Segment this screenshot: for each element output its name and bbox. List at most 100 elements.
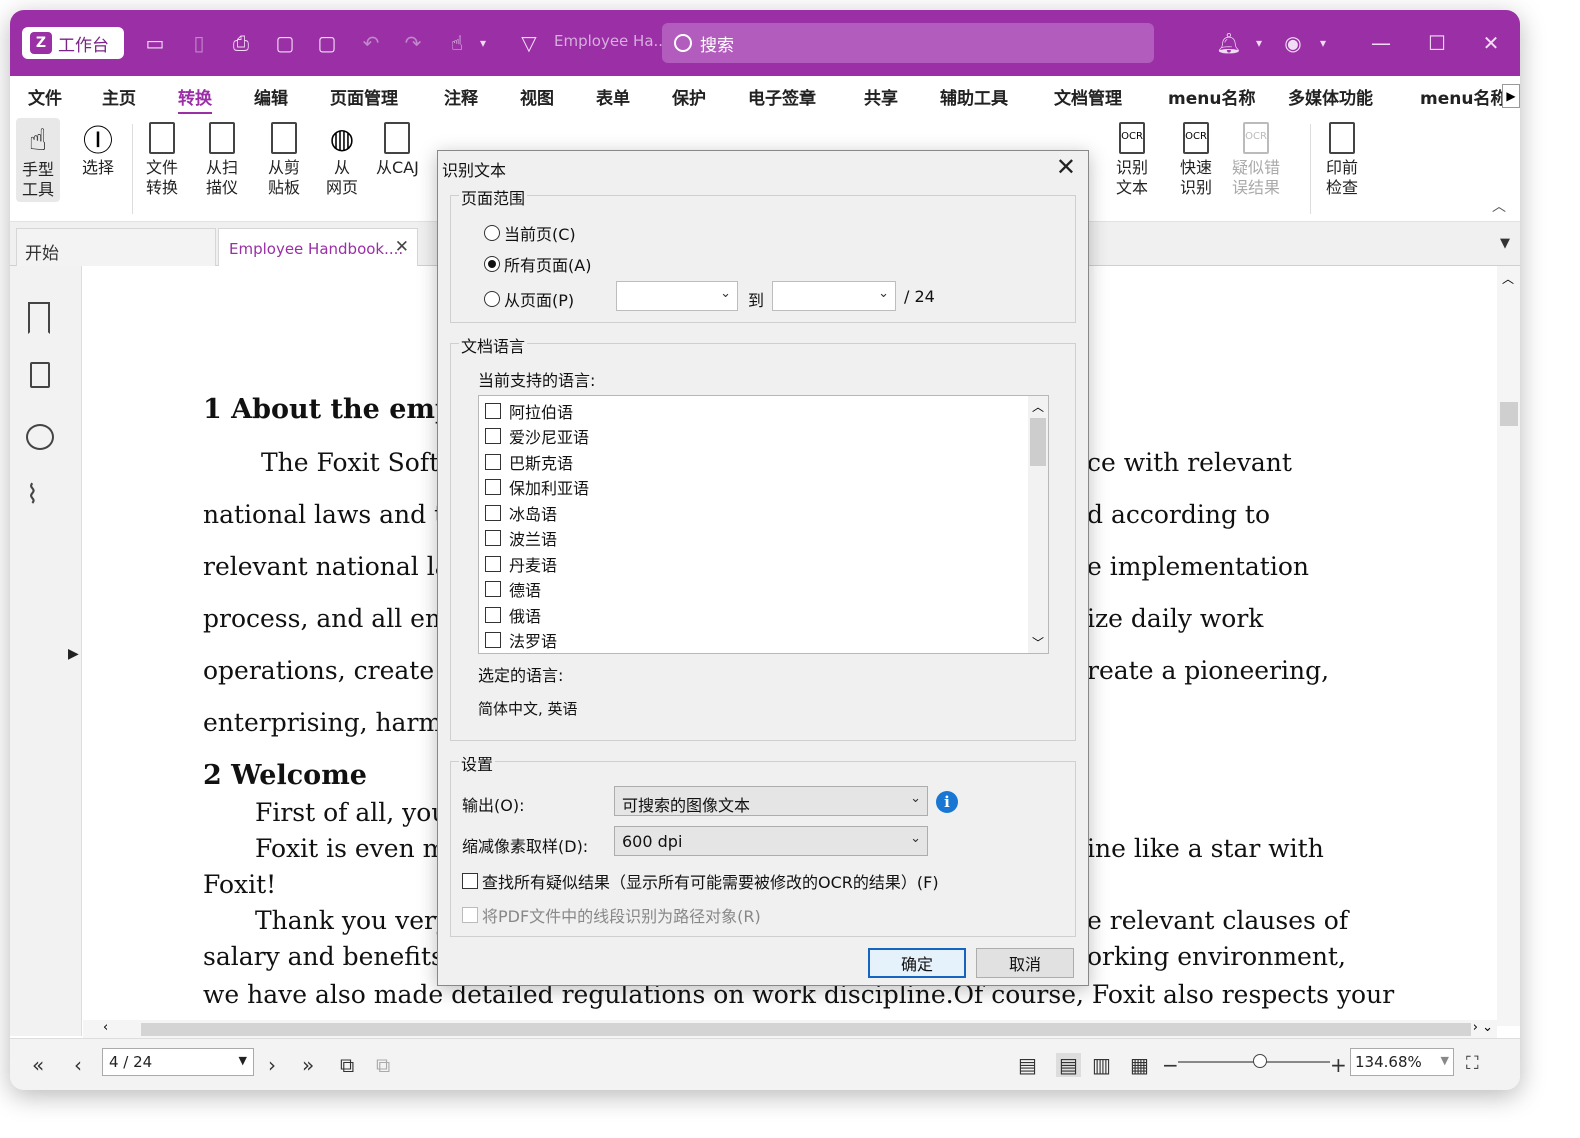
menu-form[interactable]: 表单 bbox=[596, 84, 630, 109]
radio-button-selected[interactable] bbox=[484, 256, 500, 272]
info-icon[interactable]: i bbox=[936, 791, 958, 813]
zoom-out-icon[interactable]: − bbox=[1162, 1053, 1179, 1077]
menu-share[interactable]: 共享 bbox=[864, 84, 898, 109]
ok-button[interactable]: 确定 bbox=[868, 948, 966, 978]
pages-icon[interactable] bbox=[30, 362, 50, 388]
output-select[interactable]: 可搜索的图像文本 ⌄ bbox=[614, 786, 928, 816]
chevron-down-icon[interactable]: ▾ bbox=[1244, 28, 1274, 58]
quick-ocr-button[interactable]: OCR 快速 识别 bbox=[1178, 118, 1214, 198]
radio-button[interactable] bbox=[484, 225, 500, 241]
horizontal-scrollbar[interactable]: ‹ › ⌄ bbox=[83, 1020, 1497, 1038]
from-web-button[interactable]: ◍ 从 网页 bbox=[324, 118, 360, 198]
menu-accessibility[interactable]: 辅助工具 bbox=[940, 84, 1008, 109]
find-suspects-checkbox[interactable]: 查找所有疑似结果（显示所有可能需要被修改的OCR的结果）(F) bbox=[462, 869, 939, 893]
scroll-up-icon[interactable]: ︿ bbox=[1502, 270, 1514, 287]
redo-icon[interactable]: ↷ bbox=[398, 28, 428, 58]
print-icon[interactable]: ⎙ bbox=[226, 28, 256, 58]
menu-esign[interactable]: 电子签章 bbox=[748, 84, 816, 109]
bell-icon[interactable]: 🔔︎ bbox=[1214, 28, 1244, 58]
menu-doc-manage[interactable]: 文档管理 bbox=[1054, 84, 1122, 109]
close-icon[interactable]: ✕ bbox=[1476, 28, 1506, 58]
menu-multimedia[interactable]: 多媒体功能 bbox=[1288, 84, 1373, 109]
scroll-down-icon[interactable]: ﹀ bbox=[1032, 634, 1044, 651]
tab-document[interactable]: Employee Handbook.... ✕ bbox=[218, 228, 418, 267]
checkbox[interactable] bbox=[485, 556, 501, 572]
checkbox[interactable] bbox=[462, 873, 478, 889]
from-scanner-button[interactable]: 从扫 描仪 bbox=[204, 118, 240, 198]
menu-convert[interactable]: 转换 bbox=[178, 84, 212, 115]
downsample-select[interactable]: 600 dpi ⌄ bbox=[614, 826, 928, 856]
checkbox[interactable] bbox=[485, 632, 501, 648]
search-box[interactable]: 搜索 bbox=[662, 23, 1154, 63]
vertical-scroll-thumb[interactable] bbox=[1500, 402, 1518, 426]
menu-file[interactable]: 文件 bbox=[28, 84, 62, 109]
hand-tool-button[interactable]: ☝ 手型 工具 bbox=[16, 118, 60, 202]
expand-panel-icon[interactable]: ▶ bbox=[68, 646, 79, 662]
tabs-dropdown-icon[interactable]: ▼ bbox=[1500, 236, 1510, 251]
to-page-select[interactable]: ⌄ bbox=[772, 281, 896, 311]
menu-page-manage[interactable]: 页面管理 bbox=[330, 84, 398, 109]
language-list-scrollbar[interactable]: ︿ ﹀ bbox=[1028, 396, 1048, 653]
last-page-icon[interactable]: » bbox=[302, 1053, 314, 1077]
vertical-scrollbar[interactable]: ︿ bbox=[1497, 266, 1520, 1026]
checkbox[interactable] bbox=[485, 530, 501, 546]
undo-icon[interactable]: ↶ bbox=[356, 28, 386, 58]
export-icon[interactable]: ▢ bbox=[312, 28, 342, 58]
user-icon[interactable]: ◉ bbox=[1278, 28, 1308, 58]
menu-scroll-right-icon[interactable]: ▶ bbox=[1502, 84, 1520, 108]
facing-page-icon[interactable]: ▥ bbox=[1092, 1053, 1111, 1077]
menu-home[interactable]: 主页 bbox=[102, 84, 136, 109]
ocr-text-button[interactable]: OCR 识别 文本 bbox=[1114, 118, 1150, 198]
preflight-button[interactable]: 印前 检查 bbox=[1324, 118, 1360, 198]
collapse-ribbon-icon[interactable]: ︿ bbox=[1492, 196, 1506, 216]
continuous-page-icon[interactable]: ▤ bbox=[1056, 1053, 1081, 1077]
horizontal-scroll-thumb[interactable] bbox=[141, 1023, 1471, 1036]
list-item[interactable]: 丹麦语 bbox=[485, 552, 557, 576]
scroll-up-icon[interactable]: ︿ bbox=[1032, 398, 1044, 415]
fullscreen-icon[interactable]: ⛶ bbox=[1466, 1053, 1479, 1074]
from-clipboard-button[interactable]: 从剪 贴板 bbox=[266, 118, 302, 198]
chevron-down-icon[interactable]: ▾ bbox=[468, 28, 498, 58]
radio-all-pages[interactable]: 所有页面(A) bbox=[484, 252, 591, 276]
scroll-left-icon[interactable]: ‹ bbox=[103, 1020, 108, 1035]
single-page-icon[interactable]: ▤ bbox=[1018, 1053, 1037, 1077]
from-caj-button[interactable]: 从CAJ bbox=[376, 118, 419, 178]
prev-page-icon[interactable]: ‹ bbox=[74, 1053, 82, 1077]
attachment-icon[interactable]: ⌇ bbox=[26, 480, 54, 512]
language-list[interactable]: 阿拉伯语 爱沙尼亚语 巴斯克语 保加利亚语 冰岛语 波兰语 丹麦语 德语 俄语 … bbox=[478, 395, 1049, 654]
dialog-close-icon[interactable]: ✕ bbox=[1056, 153, 1076, 181]
language-list-scroll-thumb[interactable] bbox=[1030, 418, 1046, 466]
checkbox[interactable] bbox=[485, 581, 501, 597]
select-button[interactable]: Ⓘ 选择 bbox=[80, 118, 116, 178]
list-item[interactable]: 法罗语 bbox=[485, 628, 557, 652]
checkbox[interactable] bbox=[485, 505, 501, 521]
file-convert-button[interactable]: 文件 转换 bbox=[144, 118, 180, 198]
menu-view[interactable]: 视图 bbox=[520, 84, 554, 109]
menu-custom-2[interactable]: menu名称 bbox=[1420, 84, 1507, 109]
menu-protect[interactable]: 保护 bbox=[672, 84, 706, 109]
minimize-icon[interactable]: — bbox=[1366, 28, 1396, 58]
page-number-input[interactable]: 4 / 24 ▼ bbox=[102, 1048, 254, 1076]
menu-custom-1[interactable]: menu名称 bbox=[1168, 84, 1255, 109]
chevron-down-icon[interactable]: ▼ bbox=[239, 1054, 247, 1067]
customize-icon[interactable]: ▽ bbox=[514, 28, 544, 58]
rotate-view-icon[interactable]: ⧉ bbox=[340, 1053, 354, 1077]
from-page-select[interactable]: ⌄ bbox=[616, 281, 738, 311]
radio-from-page[interactable]: 从页面(P) bbox=[484, 287, 574, 311]
radio-button[interactable] bbox=[484, 291, 500, 307]
zoom-slider-knob[interactable] bbox=[1253, 1054, 1267, 1068]
first-page-icon[interactable]: « bbox=[32, 1053, 44, 1077]
list-item[interactable]: 阿拉伯语 bbox=[485, 399, 573, 423]
extract-page-icon[interactable]: ⧉ bbox=[376, 1053, 390, 1077]
radio-current-page[interactable]: 当前页(C) bbox=[484, 221, 576, 245]
zoom-input[interactable]: 134.68% ▼ bbox=[1350, 1048, 1454, 1076]
workspace-button[interactable]: Z 工作台 bbox=[22, 27, 124, 59]
chevron-down-icon[interactable]: ▾ bbox=[1308, 28, 1338, 58]
open-folder-icon[interactable]: ▭ bbox=[140, 28, 170, 58]
zoom-in-icon[interactable]: + bbox=[1330, 1053, 1347, 1077]
scroll-right-icon[interactable]: › ⌄ bbox=[1473, 1020, 1493, 1035]
bookmark-icon[interactable] bbox=[28, 302, 50, 334]
maximize-icon[interactable]: ☐ bbox=[1422, 28, 1452, 58]
chevron-down-icon[interactable]: ▼ bbox=[1441, 1054, 1449, 1067]
list-item[interactable]: 波兰语 bbox=[485, 526, 557, 550]
